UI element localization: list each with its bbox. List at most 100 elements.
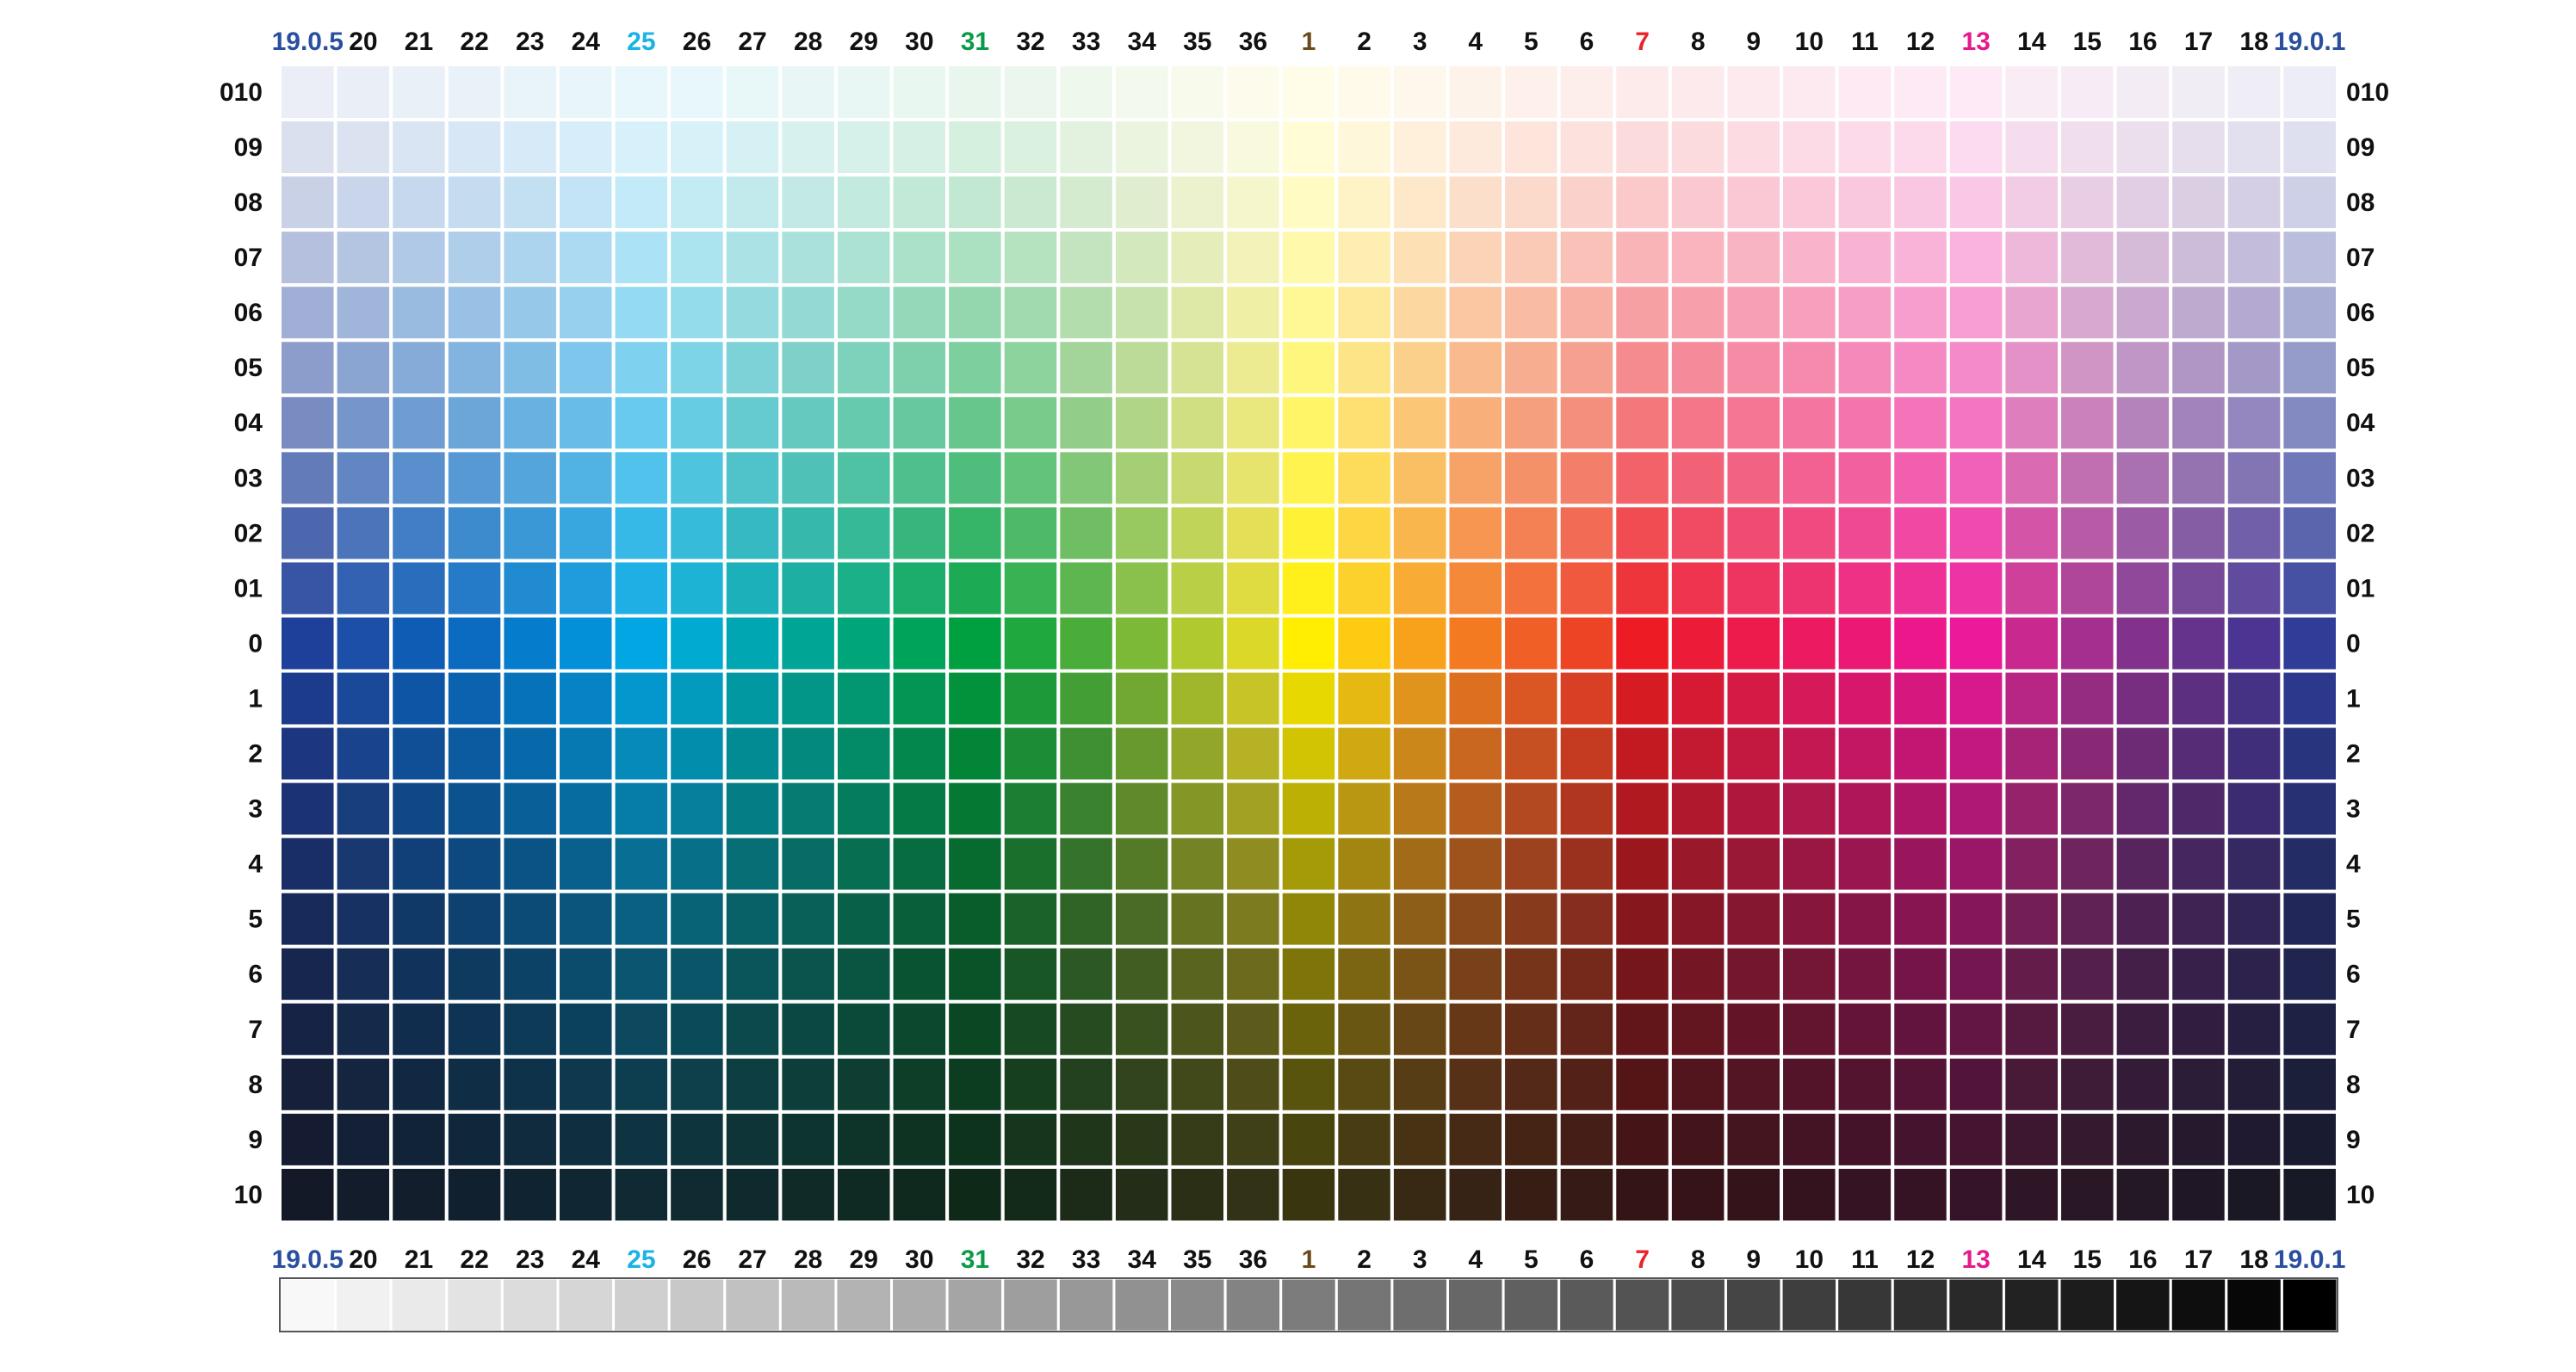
color-swatch [2058, 889, 2117, 949]
color-swatch [555, 118, 616, 177]
color-swatch [2280, 448, 2339, 508]
column-label: 20 [349, 1245, 377, 1274]
color-swatch [611, 118, 672, 177]
color-swatch [1891, 1054, 1950, 1114]
color-swatch [2113, 559, 2173, 618]
color-swatch [1946, 338, 2006, 398]
column-label: 22 [460, 28, 488, 56]
color-swatch [611, 999, 672, 1059]
color-swatch [667, 1109, 727, 1169]
color-swatch [1724, 338, 1784, 398]
grayscale-swatch [1001, 1276, 1060, 1333]
color-swatch [722, 889, 783, 949]
color-swatch [1390, 669, 1450, 728]
color-swatch [1446, 283, 1506, 343]
color-swatch [333, 669, 393, 728]
color-swatch [1056, 614, 1116, 673]
color-swatch [1390, 559, 1450, 618]
color-swatch [1780, 614, 1839, 673]
color-swatch [1780, 889, 1839, 949]
row-label: 8 [2346, 1071, 2361, 1099]
color-swatch [1390, 283, 1450, 343]
color-swatch [1835, 173, 1895, 232]
color-swatch [2169, 393, 2228, 453]
column-label: 2 [1357, 28, 1372, 56]
color-swatch [611, 504, 672, 563]
color-swatch [2169, 63, 2228, 122]
color-swatch [2002, 834, 2062, 893]
color-swatch [1891, 1165, 1950, 1224]
color-swatch [444, 173, 505, 232]
color-swatch [722, 228, 783, 287]
grayscale-swatch [1836, 1276, 1894, 1333]
row-label: 5 [2346, 905, 2361, 934]
color-swatch [333, 834, 393, 893]
column-label: 33 [1072, 28, 1100, 56]
color-swatch [778, 724, 838, 783]
row-label: 4 [248, 850, 263, 879]
color-swatch [2224, 834, 2284, 893]
row-label: 08 [2346, 188, 2375, 217]
color-swatch [2169, 1165, 2228, 1224]
color-swatch [1891, 283, 1950, 343]
color-swatch [389, 228, 449, 287]
column-label: 19.0.1 [2274, 28, 2345, 56]
color-swatch [2224, 228, 2284, 287]
color-swatch [1835, 834, 1895, 893]
color-swatch [278, 338, 337, 398]
color-swatch [2002, 779, 2062, 838]
color-swatch [1334, 504, 1394, 563]
color-swatch [1167, 228, 1228, 287]
column-label: 36 [1239, 28, 1267, 56]
color-swatch [667, 393, 727, 453]
color-swatch [555, 669, 616, 728]
color-swatch [945, 393, 1005, 453]
row-label: 7 [248, 1016, 263, 1044]
color-swatch [1334, 944, 1394, 1004]
color-swatch [500, 393, 560, 453]
color-swatch [1112, 779, 1172, 838]
color-swatch [1891, 118, 1950, 177]
row-label: 3 [248, 795, 263, 824]
color-swatch [667, 834, 727, 893]
color-swatch [1334, 118, 1394, 177]
color-swatch [1334, 1109, 1394, 1169]
color-swatch [833, 228, 894, 287]
color-swatch [555, 63, 616, 122]
color-swatch [1557, 338, 1617, 398]
color-swatch [1780, 669, 1839, 728]
color-swatch [889, 228, 950, 287]
color-swatch [1835, 448, 1895, 508]
color-swatch [1780, 1054, 1839, 1114]
color-swatch [389, 393, 449, 453]
color-swatch [1167, 393, 1228, 453]
color-swatch [1891, 173, 1950, 232]
color-swatch [555, 1165, 616, 1224]
row-label: 10 [234, 1181, 263, 1209]
color-swatch [278, 999, 337, 1059]
color-swatch [778, 173, 838, 232]
color-swatch [1056, 1054, 1116, 1114]
color-swatch [1891, 779, 1950, 838]
color-swatch [555, 999, 616, 1059]
color-swatch [1613, 779, 1672, 838]
color-swatch [389, 944, 449, 1004]
color-swatch [778, 1054, 838, 1114]
color-swatch [389, 173, 449, 232]
color-swatch [1502, 889, 1561, 949]
color-swatch [1112, 118, 1172, 177]
color-swatch [1946, 228, 2006, 287]
color-swatch [2058, 834, 2117, 893]
color-swatch [1780, 944, 1839, 1004]
color-swatch [555, 724, 616, 783]
color-swatch [2113, 614, 2173, 673]
color-swatch [1000, 834, 1061, 893]
color-swatch [1056, 1165, 1116, 1224]
column-label: 9 [1746, 28, 1761, 56]
color-swatch [1668, 504, 1728, 563]
color-swatch [1334, 338, 1394, 398]
color-swatch [1835, 889, 1895, 949]
color-swatch [1279, 228, 1339, 287]
color-swatch [778, 614, 838, 673]
color-swatch [278, 779, 337, 838]
